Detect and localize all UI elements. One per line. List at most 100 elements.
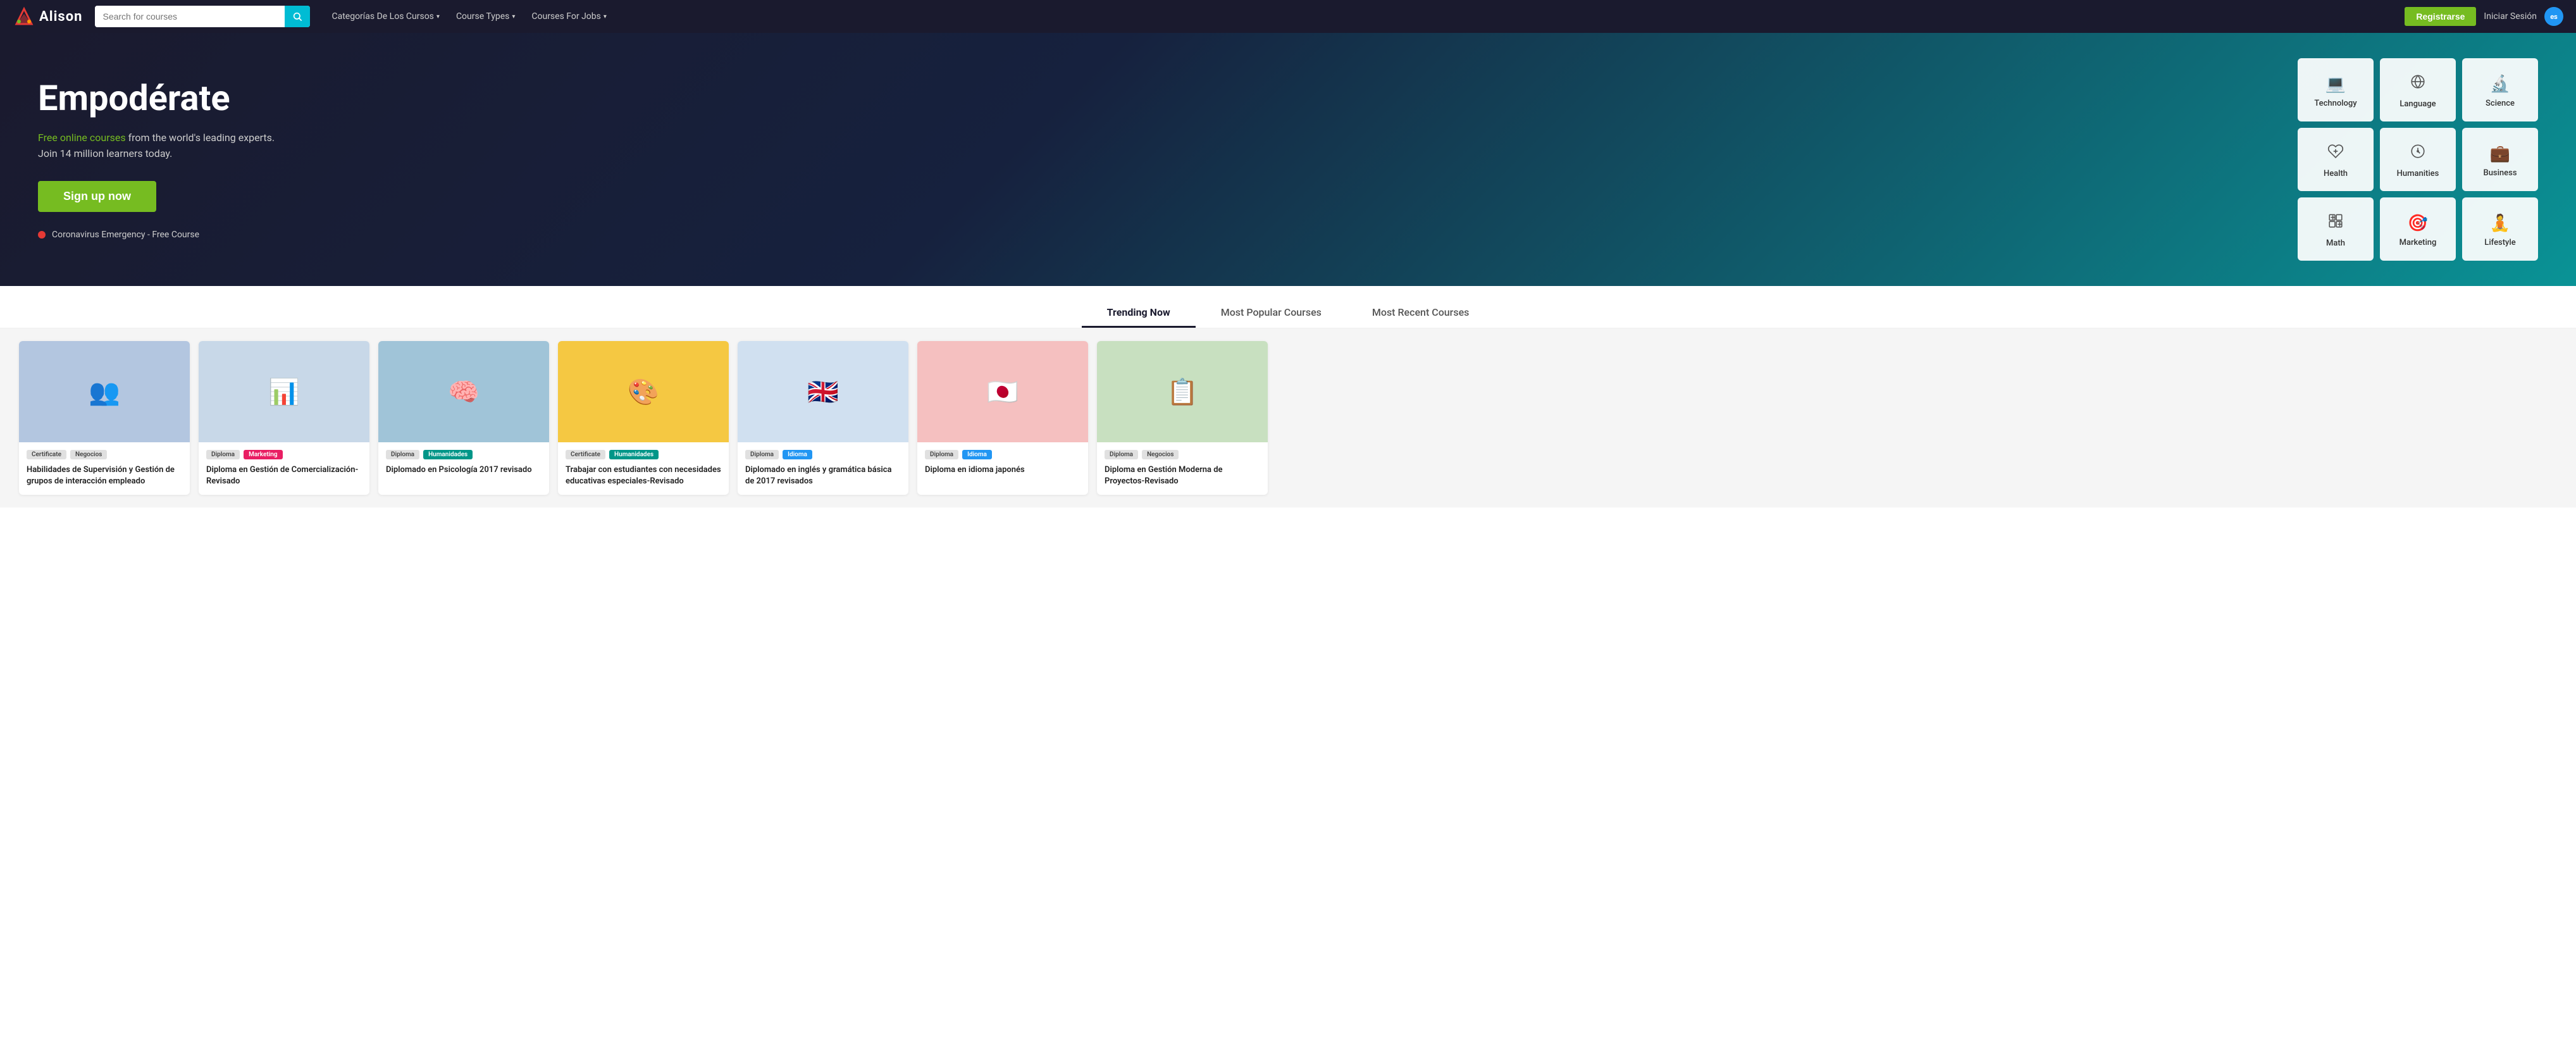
course-title-6: Diploma en Gestión Moderna de Proyectos-… xyxy=(1105,464,1260,487)
category-math[interactable]: Math xyxy=(2298,197,2374,261)
badge-row-6: Diploma Negocios xyxy=(1105,450,1260,459)
tabs-nav: Trending Now Most Popular Courses Most R… xyxy=(0,299,2576,328)
course-card-1[interactable]: 📊 Diploma Marketing Diploma en Gestión d… xyxy=(199,341,369,495)
badge-cat-3: Humanidades xyxy=(609,450,659,459)
badge-row-3: Certificate Humanidades xyxy=(566,450,721,459)
course-title-5: Diploma en idioma japonés xyxy=(925,464,1081,476)
free-courses-link[interactable]: Free online courses xyxy=(38,132,126,144)
category-grid: 💻 Technology Language 🔬 Science xyxy=(2298,58,2538,261)
search-bar[interactable] xyxy=(95,6,310,27)
nav-courses-for-jobs[interactable]: Courses For Jobs ▾ xyxy=(525,8,613,25)
category-language-label: Language xyxy=(2400,99,2436,109)
course-thumbnail-6: 📋 xyxy=(1097,341,1268,442)
course-card-0[interactable]: 👥 Certificate Negocios Habilidades de Su… xyxy=(19,341,190,495)
course-thumbnail-2: 🧠 xyxy=(378,341,549,442)
badge-row-1: Diploma Marketing xyxy=(206,450,362,459)
chevron-down-icon: ▾ xyxy=(512,13,515,20)
category-marketing[interactable]: 🎯 Marketing xyxy=(2380,197,2456,261)
category-business-label: Business xyxy=(2483,168,2517,178)
badge-type-6: Diploma xyxy=(1105,450,1138,459)
nav-categorias[interactable]: Categorías De Los Cursos ▾ xyxy=(325,8,445,25)
login-button[interactable]: Iniciar Sesión xyxy=(2484,11,2537,22)
course-body-1: Diploma Marketing Diploma en Gestión de … xyxy=(199,442,369,495)
category-health[interactable]: Health xyxy=(2298,128,2374,191)
badge-type-1: Diploma xyxy=(206,450,240,459)
badge-type-4: Diploma xyxy=(745,450,779,459)
business-icon: 💼 xyxy=(2490,144,2510,163)
category-health-label: Health xyxy=(2324,169,2348,178)
course-title-0: Habilidades de Supervisión y Gestión de … xyxy=(27,464,182,487)
badge-cat-6: Negocios xyxy=(1142,450,1179,459)
course-title-3: Trabajar con estudiantes con necesidades… xyxy=(566,464,721,487)
search-icon xyxy=(292,11,302,22)
logo-text: Alison xyxy=(39,9,82,25)
nav-links: Categorías De Los Cursos ▾ Course Types … xyxy=(325,8,2405,25)
course-title-4: Diplomado en inglés y gramática básica d… xyxy=(745,464,901,487)
category-science[interactable]: 🔬 Science xyxy=(2462,58,2538,121)
course-card-4[interactable]: 🇬🇧 Diploma Idioma Diplomado en inglés y … xyxy=(738,341,908,495)
courses-section: 👥 Certificate Negocios Habilidades de Su… xyxy=(0,328,2576,507)
badge-type-3: Certificate xyxy=(566,450,605,459)
course-body-0: Certificate Negocios Habilidades de Supe… xyxy=(19,442,190,495)
course-body-3: Certificate Humanidades Trabajar con est… xyxy=(558,442,729,495)
badge-type-5: Diploma xyxy=(925,450,958,459)
language-icon xyxy=(2410,73,2426,94)
category-humanities-label: Humanities xyxy=(2397,169,2439,178)
humanities-icon xyxy=(2410,143,2426,164)
course-title-1: Diploma en Gestión de Comercialización-R… xyxy=(206,464,362,487)
register-button[interactable]: Registrarse xyxy=(2405,7,2476,26)
health-icon xyxy=(2327,143,2344,164)
chevron-down-icon: ▾ xyxy=(437,13,440,20)
course-thumbnail-1: 📊 xyxy=(199,341,369,442)
category-language[interactable]: Language xyxy=(2380,58,2456,121)
course-card-5[interactable]: 🇯🇵 Diploma Idioma Diploma en idioma japo… xyxy=(917,341,1088,495)
signup-button[interactable]: Sign up now xyxy=(38,181,156,212)
badge-cat-1: Marketing xyxy=(244,450,283,459)
category-humanities[interactable]: Humanities xyxy=(2380,128,2456,191)
badge-row-5: Diploma Idioma xyxy=(925,450,1081,459)
tabs-section: Trending Now Most Popular Courses Most R… xyxy=(0,286,2576,328)
category-science-label: Science xyxy=(2486,99,2515,108)
hero-content: Empodérate Free online courses from the … xyxy=(38,79,367,240)
course-card-2[interactable]: 🧠 Diploma Humanidades Diplomado en Psico… xyxy=(378,341,549,495)
marketing-icon: 🎯 xyxy=(2408,214,2428,233)
course-card-6[interactable]: 📋 Diploma Negocios Diploma en Gestión Mo… xyxy=(1097,341,1268,495)
category-marketing-label: Marketing xyxy=(2400,238,2437,247)
courses-row: 👥 Certificate Negocios Habilidades de Su… xyxy=(19,341,2557,495)
badge-cat-2: Humanidades xyxy=(423,450,473,459)
nav-right: Registrarse Iniciar Sesión es xyxy=(2405,7,2563,26)
tab-trending[interactable]: Trending Now xyxy=(1082,299,1196,328)
search-button[interactable] xyxy=(285,6,310,27)
science-icon: 🔬 xyxy=(2490,75,2510,94)
hero-alert[interactable]: Coronavirus Emergency - Free Course xyxy=(38,230,342,240)
course-thumbnail-4: 🇬🇧 xyxy=(738,341,908,442)
badge-row-4: Diploma Idioma xyxy=(745,450,901,459)
course-body-5: Diploma Idioma Diploma en idioma japonés xyxy=(917,442,1088,483)
category-business[interactable]: 💼 Business xyxy=(2462,128,2538,191)
badge-row-0: Certificate Negocios xyxy=(27,450,182,459)
math-icon xyxy=(2327,213,2344,233)
category-math-label: Math xyxy=(2326,239,2345,248)
badge-cat-5: Idioma xyxy=(962,450,992,459)
category-lifestyle[interactable]: 🧘 Lifestyle xyxy=(2462,197,2538,261)
badge-type-2: Diploma xyxy=(386,450,419,459)
tab-recent[interactable]: Most Recent Courses xyxy=(1347,299,1495,328)
badge-type-0: Certificate xyxy=(27,450,66,459)
category-technology[interactable]: 💻 Technology xyxy=(2298,58,2374,121)
logo[interactable]: Alison xyxy=(13,5,82,28)
hero-title: Empodérate xyxy=(38,79,342,118)
alison-logo-icon xyxy=(13,5,35,28)
badge-cat-0: Negocios xyxy=(70,450,107,459)
hero-subtitle: Free online courses from the world's lea… xyxy=(38,130,342,162)
search-input[interactable] xyxy=(95,6,285,27)
course-body-2: Diploma Humanidades Diplomado en Psicolo… xyxy=(378,442,549,483)
language-selector[interactable]: es xyxy=(2544,7,2563,26)
course-card-3[interactable]: 🎨 Certificate Humanidades Trabajar con e… xyxy=(558,341,729,495)
lifestyle-icon: 🧘 xyxy=(2490,214,2510,233)
tab-popular[interactable]: Most Popular Courses xyxy=(1196,299,1347,328)
nav-course-types[interactable]: Course Types ▾ xyxy=(450,8,521,25)
course-body-4: Diploma Idioma Diplomado en inglés y gra… xyxy=(738,442,908,495)
hero-section: Empodérate Free online courses from the … xyxy=(0,33,2576,286)
course-thumbnail-0: 👥 xyxy=(19,341,190,442)
category-lifestyle-label: Lifestyle xyxy=(2484,238,2515,247)
